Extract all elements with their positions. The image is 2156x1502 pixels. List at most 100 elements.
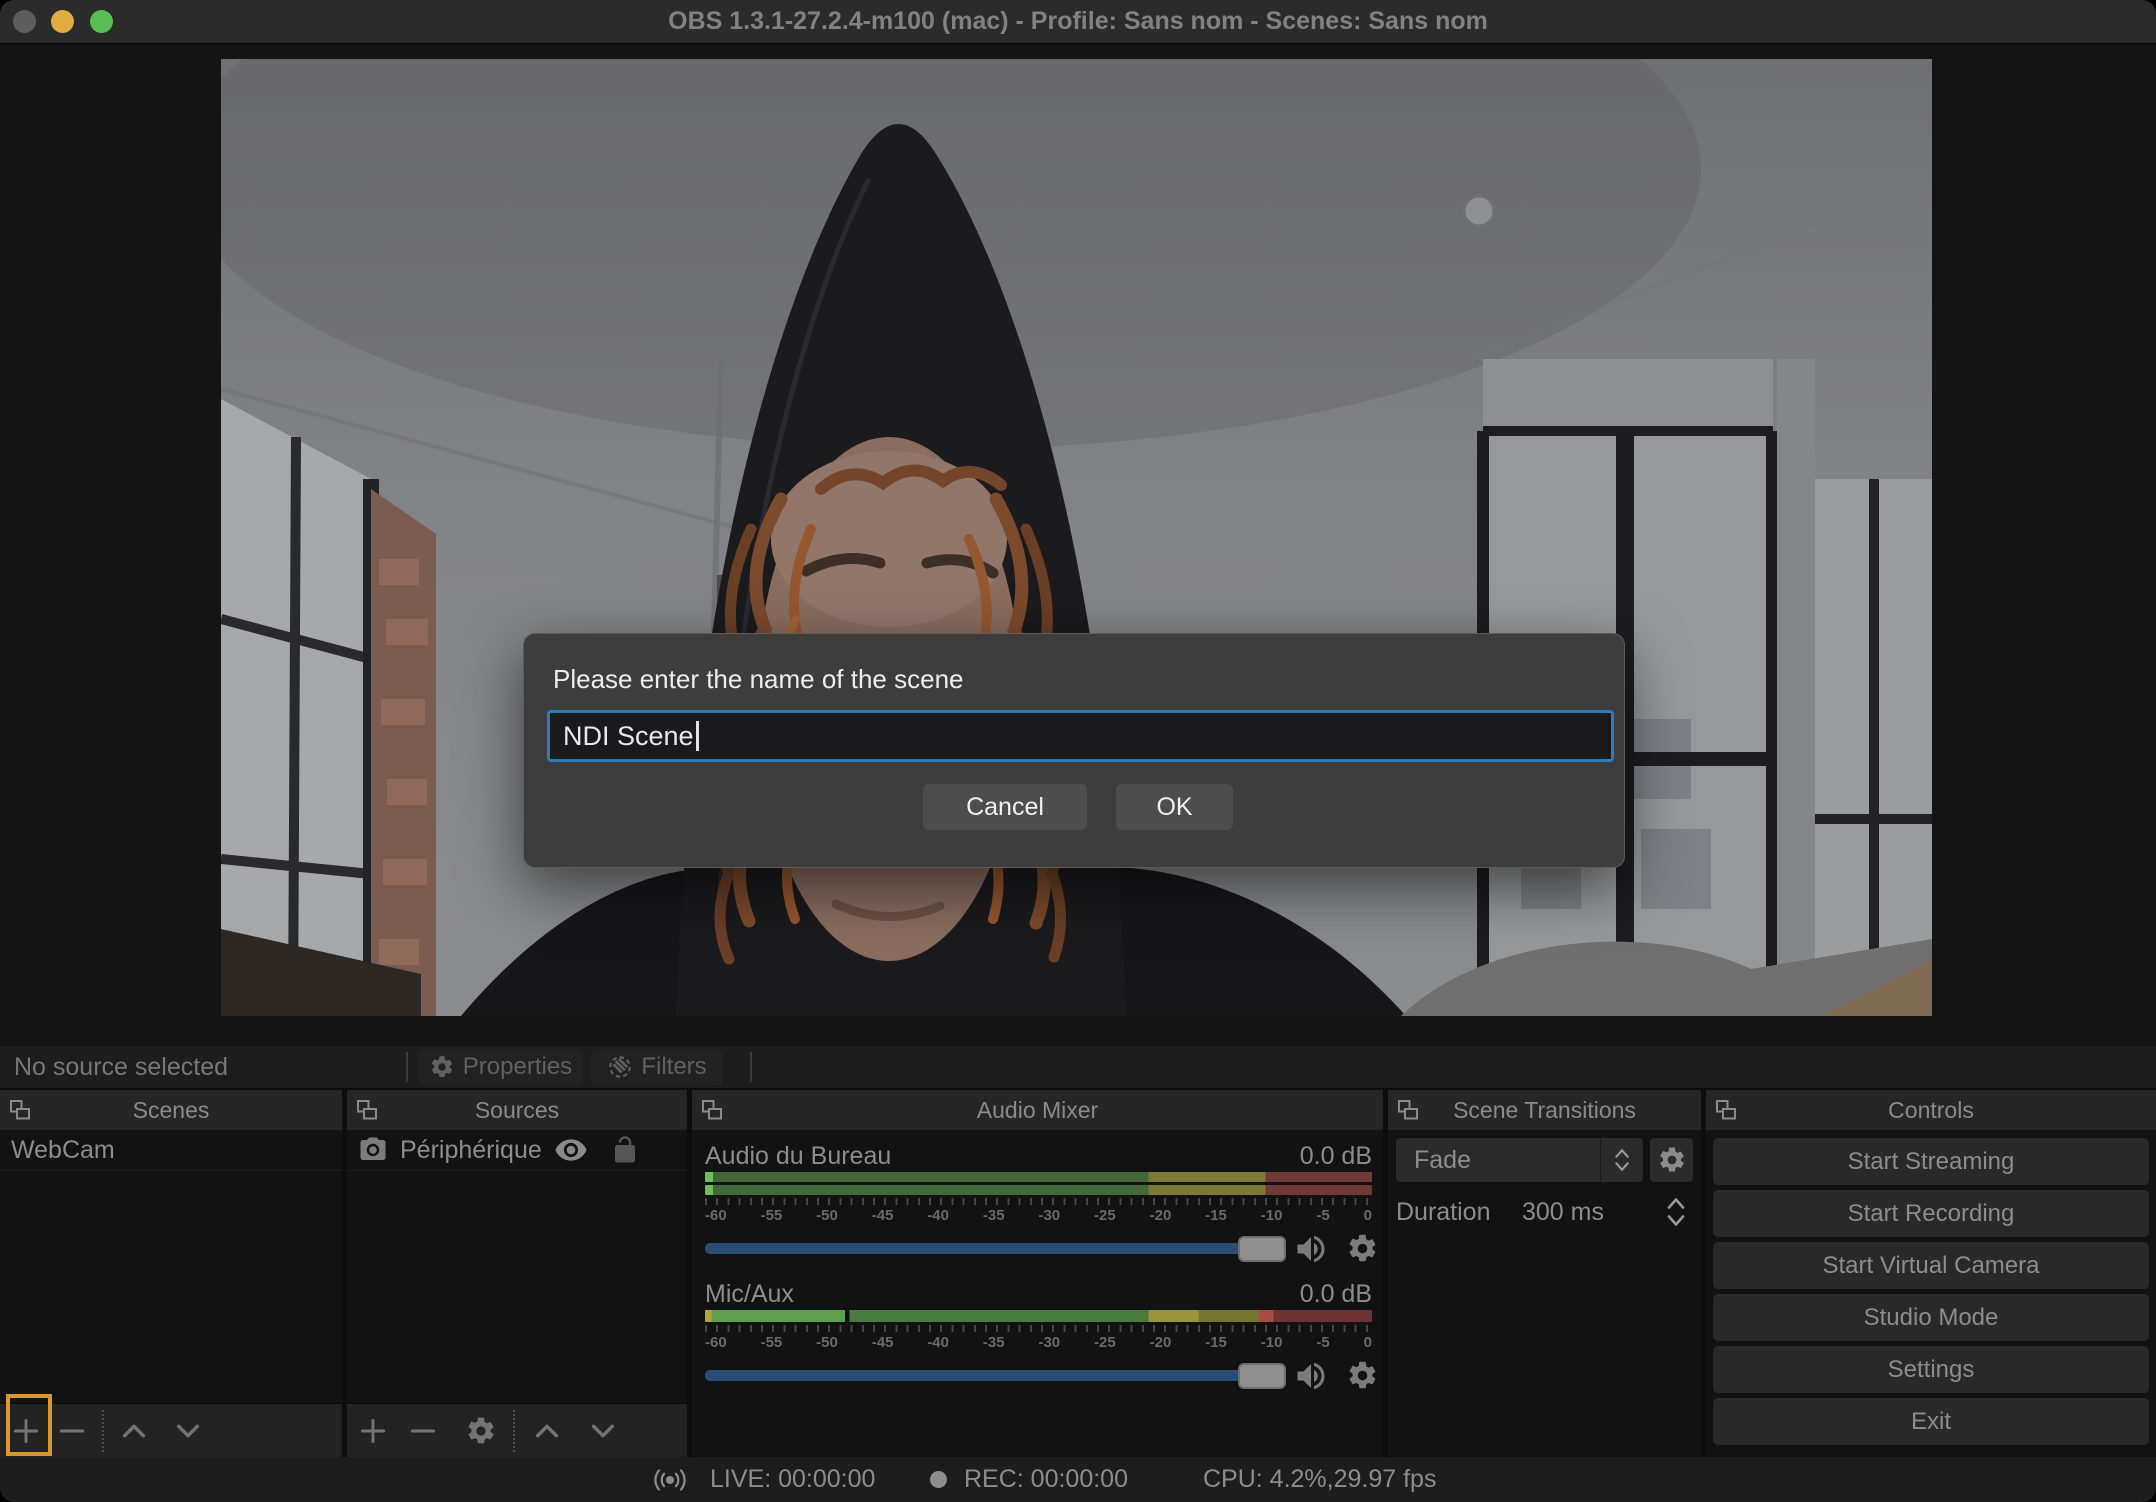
volume-slider-handle[interactable] [1238, 1363, 1286, 1389]
scene-list-item[interactable]: WebCam [0, 1130, 342, 1171]
db-tick-label: -20 [1150, 1207, 1172, 1224]
scene-transitions-panel: Scene Transitions Fade Duration 300 ms [1388, 1090, 1701, 1457]
volume-slider[interactable] [705, 1370, 1265, 1381]
preview-area [0, 44, 2156, 1046]
zoom-window-button[interactable] [90, 10, 113, 33]
rec-time: REC: 00:00:00 [964, 1457, 1128, 1502]
db-tick-label: -15 [1205, 1334, 1227, 1351]
spinner-down-icon[interactable] [1664, 1212, 1688, 1229]
db-tick-label: -50 [816, 1207, 838, 1224]
db-tick-label: -10 [1261, 1207, 1283, 1224]
db-tick-label: -5 [1316, 1207, 1329, 1224]
transition-dropdown[interactable]: Fade [1396, 1138, 1643, 1182]
gear-icon [429, 1054, 455, 1080]
filters-button[interactable]: Filters [591, 1049, 723, 1085]
speaker-icon[interactable] [1293, 1231, 1329, 1267]
popout-icon [700, 1098, 724, 1122]
scene-transitions-body: Fade Duration 300 ms [1388, 1130, 1701, 1457]
meter-tick-marks [705, 1198, 1372, 1205]
dialog-prompt: Please enter the name of the scene [553, 664, 964, 695]
ok-button[interactable]: OK [1116, 784, 1233, 830]
start-streaming-button[interactable]: Start Streaming [1713, 1138, 2149, 1185]
audio-mixer-title: Audio Mixer [692, 1090, 1383, 1130]
studio-mode-button[interactable]: Studio Mode [1713, 1294, 2149, 1341]
source-properties-gear-icon[interactable] [465, 1415, 497, 1447]
sources-panel-title: Sources [347, 1090, 687, 1130]
volume-slider-handle[interactable] [1238, 1236, 1286, 1262]
db-tick-label: -20 [1150, 1334, 1172, 1351]
db-tick-label: -35 [983, 1207, 1005, 1224]
db-tick-label: -25 [1094, 1207, 1116, 1224]
meter-scale-labels: -60-55-50-45-40-35-30-25-20-15-10-50 [705, 1334, 1372, 1351]
db-tick-label: -40 [927, 1334, 949, 1351]
toolbar-separator [750, 1052, 752, 1082]
move-source-up-button[interactable] [531, 1415, 563, 1447]
db-tick-label: -10 [1261, 1334, 1283, 1351]
scene-name-input[interactable]: NDI Scene [547, 710, 1614, 762]
duration-input[interactable]: 300 ms [1500, 1190, 1693, 1234]
sources-panel-header: Sources [347, 1090, 687, 1130]
source-list-item[interactable]: Périphérique [347, 1130, 687, 1171]
chevron-down-icon [1612, 1160, 1632, 1173]
channel-settings-gear-icon[interactable] [1346, 1359, 1379, 1392]
broadcast-icon [652, 1462, 688, 1498]
exit-button[interactable]: Exit [1713, 1398, 2149, 1445]
channel-level: 0.0 dB [1300, 1142, 1372, 1171]
webcam-preview[interactable] [221, 59, 1932, 1016]
unlock-icon[interactable] [610, 1135, 640, 1165]
move-source-down-button[interactable] [587, 1415, 619, 1447]
mixer-channel-desktop-audio: Audio du Bureau 0.0 dB -60-55-50-45-40-3… [705, 1140, 1372, 1264]
cancel-button[interactable]: Cancel [923, 784, 1087, 830]
popout-icon [1396, 1098, 1420, 1122]
visibility-eye-icon[interactable] [554, 1133, 588, 1167]
db-tick-label: -5 [1316, 1334, 1329, 1351]
meter-tick-marks [705, 1325, 1372, 1332]
db-tick-label: -60 [705, 1334, 727, 1351]
transition-settings-button[interactable] [1650, 1138, 1693, 1182]
chevron-up-icon [1612, 1147, 1632, 1160]
start-recording-button[interactable]: Start Recording [1713, 1190, 2149, 1237]
db-tick-label: -35 [983, 1334, 1005, 1351]
scenes-panel-title: Scenes [0, 1090, 342, 1130]
popout-icon [355, 1098, 379, 1122]
controls-body: Start Streaming Start Recording Start Vi… [1706, 1130, 2156, 1457]
move-scene-down-button[interactable] [172, 1415, 204, 1447]
add-scene-highlight-box [6, 1394, 52, 1456]
rec-dot-icon [930, 1471, 947, 1488]
db-tick-label: -55 [761, 1207, 783, 1224]
properties-label: Properties [463, 1053, 572, 1081]
add-source-button[interactable] [357, 1415, 389, 1447]
audio-mixer-body: Audio du Bureau 0.0 dB -60 -55 -50 -45 -40 -3… [692, 1130, 1383, 1457]
audio-mixer-header: Audio Mixer [692, 1090, 1383, 1130]
remove-source-button[interactable] [407, 1415, 439, 1447]
scene-name-dialog: Please enter the name of the scene NDI S… [523, 633, 1625, 868]
move-scene-up-button[interactable] [118, 1415, 150, 1447]
db-tick-label: -45 [872, 1207, 894, 1224]
toolbar-separator [513, 1410, 515, 1452]
text-caret [696, 721, 699, 751]
window-title: OBS 1.3.1-27.2.4-m100 (mac) - Profile: S… [0, 0, 2156, 43]
duration-value: 300 ms [1522, 1198, 1604, 1226]
spinner-up-icon[interactable] [1664, 1195, 1688, 1212]
controls-panel: Controls Start Streaming Start Recording… [1706, 1090, 2156, 1457]
properties-button[interactable]: Properties [418, 1049, 583, 1085]
volume-slider[interactable] [705, 1243, 1265, 1254]
channel-settings-gear-icon[interactable] [1346, 1232, 1379, 1265]
minimize-window-button[interactable] [51, 10, 74, 33]
meter-scale-labels: -60-55-50-45-40-35-30-25-20-15-10-50 [705, 1207, 1372, 1224]
volume-meter-left [705, 1172, 1372, 1182]
start-virtual-camera-button[interactable]: Start Virtual Camera [1713, 1242, 2149, 1289]
speaker-icon[interactable] [1293, 1358, 1329, 1394]
db-tick-label: -25 [1094, 1334, 1116, 1351]
remove-scene-button[interactable] [56, 1415, 88, 1447]
channel-name: Audio du Bureau [705, 1142, 891, 1171]
channel-level: 0.0 dB [1300, 1280, 1372, 1309]
toolbar-separator [406, 1052, 408, 1082]
settings-button[interactable]: Settings [1713, 1346, 2149, 1393]
sources-panel: Sources Périphérique [347, 1090, 687, 1457]
close-window-button[interactable] [13, 10, 36, 33]
title-bar: OBS 1.3.1-27.2.4-m100 (mac) - Profile: S… [0, 0, 2156, 44]
scene-transitions-header: Scene Transitions [1388, 1090, 1701, 1130]
db-tick-label: -30 [1038, 1334, 1060, 1351]
duration-label: Duration [1396, 1190, 1491, 1234]
